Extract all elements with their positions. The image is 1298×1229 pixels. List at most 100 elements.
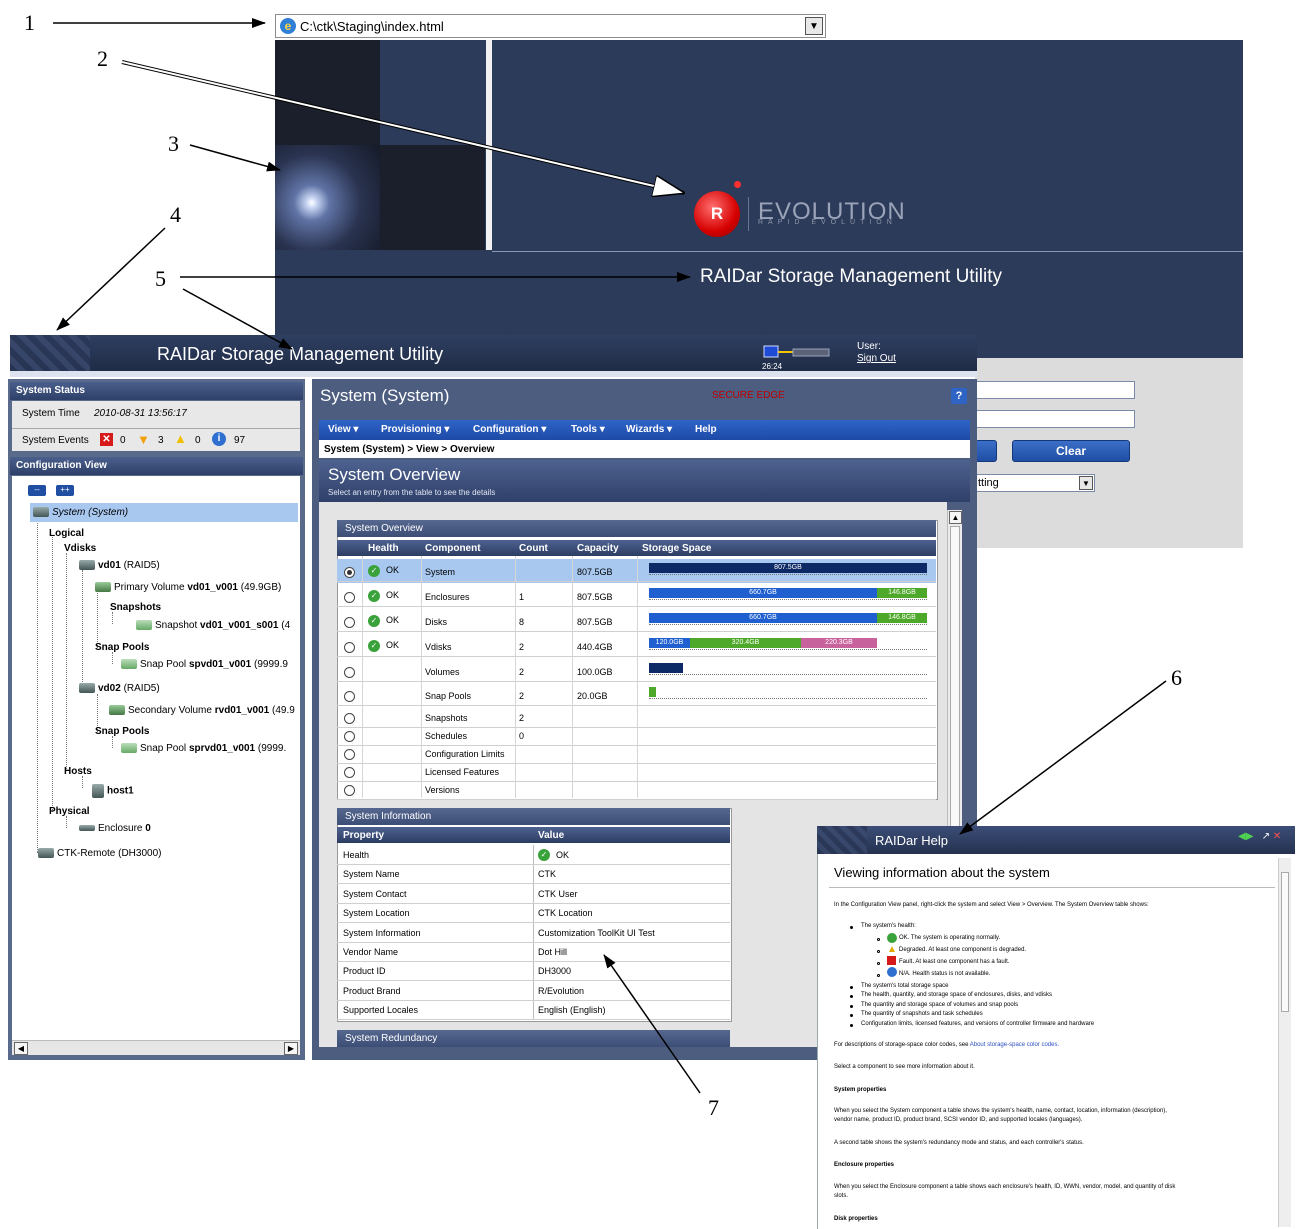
row-capacity: 20.0GB [577, 691, 608, 701]
tree-item-snapshots[interactable]: Snapshots [110, 602, 161, 613]
tree-line [82, 776, 84, 788]
breadcrumb: System (System) > View > Overview [324, 444, 495, 455]
system-info-value: Dot Hill [538, 947, 568, 957]
overview-table-caption: System Overview [337, 520, 936, 537]
tree-item-remote[interactable]: CTK-Remote (DH3000) [38, 848, 161, 859]
row-component: Snap Pools [425, 691, 472, 701]
help-intro: In the Configuration View panel, right-c… [834, 902, 1149, 908]
ok-health-icon: ✓ [368, 640, 380, 652]
row-radio[interactable] [344, 785, 355, 796]
tree-item-primary-volume[interactable]: Primary Volume vd01_v001 (49.9GB) [95, 582, 281, 593]
col-health: Health [368, 543, 399, 554]
tree-horizontal-scrollbar[interactable]: ◀ ▶ [12, 1040, 300, 1055]
tree-item-snap-pool[interactable]: Snap Pool sprvd01_v001 (9999. [121, 743, 286, 754]
language-select[interactable]: tting ▼ [975, 474, 1095, 492]
fault-icon[interactable]: ✕ [100, 433, 113, 446]
password-field[interactable] [975, 410, 1135, 428]
row-radio[interactable] [344, 642, 355, 653]
tree-item-enclosure[interactable]: Enclosure 0 [79, 823, 151, 834]
menu-configuration[interactable]: Configuration ▾ [473, 424, 546, 435]
help-button[interactable]: ? [951, 388, 967, 404]
overview-title: System Overview [328, 465, 461, 484]
sub-bullet [877, 950, 880, 953]
login-button[interactable] [975, 440, 997, 462]
row-count: 8 [519, 617, 525, 627]
menu-view[interactable]: View ▾ [328, 424, 358, 435]
system-info-property: Vendor Name [343, 947, 399, 957]
row-radio[interactable] [344, 767, 355, 778]
system-icon [38, 848, 54, 859]
popout-icon[interactable]: ↗ [1262, 831, 1270, 842]
username-field[interactable] [975, 381, 1135, 399]
tree-item-snap-pool[interactable]: Snap Pool spvd01_v001 (9999.9 [121, 659, 288, 670]
tree-item-vd02[interactable]: vd02 (RAID5) [79, 683, 160, 694]
clear-button[interactable]: Clear [1012, 440, 1130, 462]
scroll-left-icon[interactable]: ◀ [14, 1042, 28, 1055]
storage-bar [649, 663, 683, 673]
address-bar[interactable]: e C:\ctk\Staging\index.html ▼ [275, 14, 826, 38]
color-codes-link[interactable]: About storage-space color codes. [970, 1042, 1059, 1048]
tree-item-system[interactable]: System (System) [33, 507, 128, 518]
system-info-value: DH3000 [538, 966, 572, 977]
row-radio[interactable] [344, 592, 355, 603]
menu-provisioning[interactable]: Provisioning ▾ [381, 424, 449, 435]
tree-item-snapshot[interactable]: Snapshot vd01_v001_s001 (4 [136, 620, 290, 631]
tree-item-hosts[interactable]: Hosts [64, 766, 92, 777]
row-count: 1 [519, 592, 525, 602]
expand-all-button[interactable]: ++ [56, 485, 74, 496]
help-window-controls[interactable]: ◀▶ ↗ ✕ [1238, 831, 1281, 842]
storage-bar: 660.7GB [649, 588, 877, 598]
info-icon[interactable]: i [212, 432, 226, 446]
chevron-down-icon: ▼ [1079, 476, 1093, 490]
row-radio[interactable] [344, 691, 355, 702]
row-component: Enclosures [425, 592, 470, 602]
info-count: 97 [234, 435, 246, 446]
collapse-all-button[interactable]: -- [28, 485, 46, 496]
tree-item-logical[interactable]: Logical [49, 528, 84, 539]
row-radio[interactable] [344, 713, 355, 724]
sub-bullet [877, 962, 880, 965]
scroll-thumb[interactable] [1281, 872, 1289, 1012]
menu-wizards[interactable]: Wizards ▾ [626, 424, 672, 435]
back-icon[interactable]: ◀ [1238, 831, 1246, 842]
callout-1: 1 [24, 10, 35, 35]
main-title: System (System) [320, 386, 450, 405]
menu-help[interactable]: Help [695, 424, 717, 435]
forward-icon[interactable]: ▶ [1246, 831, 1254, 842]
row-radio[interactable] [344, 617, 355, 628]
row-radio[interactable] [344, 731, 355, 742]
callout-3: 3 [168, 131, 179, 156]
close-icon[interactable]: ✕ [1273, 831, 1281, 842]
address-dropdown-icon[interactable]: ▼ [805, 17, 823, 35]
row-radio[interactable] [344, 749, 355, 760]
scroll-right-icon[interactable]: ▶ [284, 1042, 298, 1055]
tree-item-secondary-volume[interactable]: Secondary Volume rvd01_v001 (49.9 [109, 705, 295, 716]
warning-icon[interactable]: ▼ [137, 432, 150, 447]
help-select-text: Select a component to see more informati… [834, 1064, 975, 1070]
tree-line [37, 512, 39, 852]
help-vertical-scrollbar[interactable] [1278, 858, 1291, 1227]
row-radio[interactable] [344, 667, 355, 678]
caution-icon[interactable]: ▲ [174, 431, 187, 446]
row-radio[interactable] [344, 567, 355, 578]
scroll-up-icon[interactable]: ▲ [949, 511, 962, 524]
sign-out-link[interactable]: Sign Out [857, 353, 896, 364]
tree-item-physical[interactable]: Physical [49, 806, 90, 817]
tree-item-host1[interactable]: host1 [92, 784, 134, 798]
menu-tools[interactable]: Tools ▾ [571, 424, 605, 435]
snap-pool-icon [121, 659, 137, 670]
row-separator [337, 922, 730, 924]
help-enclosure-properties-heading: Enclosure properties [834, 1162, 895, 1168]
tree-item-vdisks[interactable]: Vdisks [64, 543, 96, 554]
tree-item-snap-pools[interactable]: Snap Pools [95, 642, 149, 653]
row-separator [337, 864, 730, 865]
tree-item-snap-pools[interactable]: Snap Pools [95, 726, 149, 737]
language-select-value: tting [978, 477, 999, 489]
banner-rule [492, 251, 1243, 252]
overview-subtitle: Select an entry from the table to see th… [328, 488, 496, 497]
tree-item-vd01[interactable]: vd01 (RAID5) [79, 560, 160, 571]
row-separator [337, 961, 730, 962]
row-capacity: 100.0GB [577, 667, 613, 677]
row-component: System [425, 567, 456, 577]
address-url: C:\ctk\Staging\index.html [300, 19, 444, 34]
